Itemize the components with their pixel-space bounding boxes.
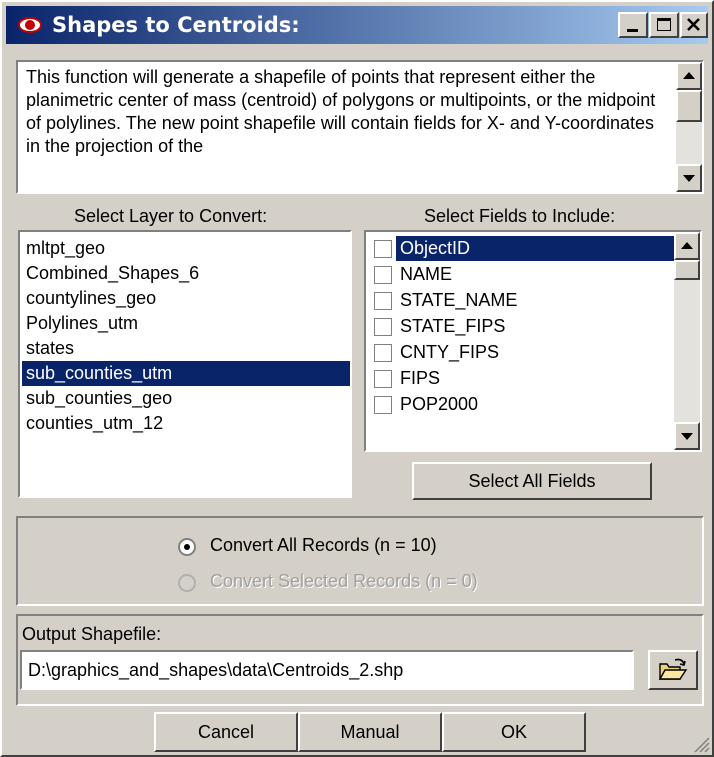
open-folder-icon bbox=[658, 658, 688, 680]
down-arrow-icon bbox=[683, 175, 695, 182]
scroll-thumb[interactable] bbox=[674, 260, 700, 280]
field-list-scrollbar[interactable] bbox=[674, 232, 700, 450]
records-group: Convert All Records (n = 10) Convert Sel… bbox=[16, 516, 704, 606]
field-checkbox[interactable] bbox=[374, 396, 392, 414]
output-group: Output Shapefile: D:\graphics_and_shapes… bbox=[16, 614, 704, 706]
field-list[interactable]: ObjectID NAME STATE_NAME STATE_FIPS CNTY_FIP… bbox=[364, 230, 702, 452]
convert-selected-label: Convert Selected Records (n = 0) bbox=[210, 571, 478, 591]
maximize-icon bbox=[657, 18, 671, 31]
field-checkbox[interactable] bbox=[374, 344, 392, 362]
up-arrow-icon bbox=[683, 72, 695, 79]
maximize-button[interactable] bbox=[649, 12, 679, 38]
ok-button[interactable]: OK bbox=[442, 712, 586, 752]
minimize-button[interactable] bbox=[618, 12, 648, 38]
manual-button[interactable]: Manual bbox=[298, 712, 442, 752]
layer-list-item[interactable]: sub_counties_utm bbox=[22, 361, 350, 386]
convert-all-radio[interactable] bbox=[178, 538, 196, 556]
field-list-item[interactable]: FIPS bbox=[396, 366, 674, 391]
close-button[interactable] bbox=[680, 12, 708, 38]
description-text: This function will generate a shapefile … bbox=[26, 67, 656, 156]
radio-dot-icon bbox=[184, 544, 190, 550]
convert-all-label: Convert All Records (n = 10) bbox=[210, 535, 437, 555]
layer-list-item[interactable]: states bbox=[22, 336, 350, 361]
field-list-item[interactable]: NAME bbox=[396, 262, 674, 287]
scroll-up-button[interactable] bbox=[674, 232, 700, 260]
description-box[interactable]: This function will generate a shapefile … bbox=[16, 60, 704, 194]
layer-list-label: Select Layer to Convert: bbox=[74, 206, 268, 226]
resize-grip-icon[interactable] bbox=[692, 735, 710, 753]
field-checkbox[interactable] bbox=[374, 370, 392, 388]
close-icon bbox=[687, 18, 700, 31]
title-bar[interactable]: Shapes to Centroids: bbox=[6, 6, 708, 44]
layer-list-item[interactable]: Polylines_utm bbox=[22, 311, 350, 336]
shapes-to-centroids-dialog: Shapes to Centroids: This function will … bbox=[0, 0, 714, 757]
field-list-label: Select Fields to Include: bbox=[424, 206, 616, 226]
scroll-thumb[interactable] bbox=[676, 90, 702, 122]
field-list-item[interactable]: ObjectID bbox=[396, 236, 674, 261]
field-list-item[interactable]: CNTY_FIPS bbox=[396, 340, 674, 365]
minimize-icon bbox=[627, 29, 638, 32]
layer-list-item[interactable]: mltpt_geo bbox=[22, 236, 350, 261]
field-checkbox[interactable] bbox=[374, 240, 392, 258]
cancel-button[interactable]: Cancel bbox=[154, 712, 298, 752]
field-checkbox[interactable] bbox=[374, 292, 392, 310]
scroll-down-button[interactable] bbox=[676, 164, 702, 192]
layer-list-item[interactable]: sub_counties_geo bbox=[22, 386, 350, 411]
field-list-item[interactable]: STATE_FIPS bbox=[396, 314, 674, 339]
layer-list[interactable]: mltpt_geo Combined_Shapes_6 countylines_ge… bbox=[18, 230, 352, 498]
layer-list-item[interactable]: counties_utm_12 bbox=[22, 411, 350, 436]
description-scrollbar[interactable] bbox=[676, 62, 702, 192]
browse-button[interactable] bbox=[648, 650, 698, 690]
down-arrow-icon bbox=[681, 433, 693, 440]
field-list-item[interactable]: STATE_NAME bbox=[396, 288, 674, 313]
field-checkbox[interactable] bbox=[374, 318, 392, 336]
eye-icon bbox=[18, 17, 42, 33]
window-title: Shapes to Centroids: bbox=[52, 13, 300, 37]
scroll-down-button[interactable] bbox=[674, 422, 700, 450]
field-checkbox[interactable] bbox=[374, 266, 392, 284]
scroll-up-button[interactable] bbox=[676, 62, 702, 90]
layer-list-item[interactable]: Combined_Shapes_6 bbox=[22, 261, 350, 286]
output-path-field[interactable]: D:\graphics_and_shapes\data\Centroids_2.… bbox=[20, 650, 634, 690]
field-list-item[interactable]: POP2000 bbox=[396, 392, 674, 417]
select-all-fields-button[interactable]: Select All Fields bbox=[412, 462, 652, 500]
output-path-value: D:\graphics_and_shapes\data\Centroids_2.… bbox=[28, 660, 404, 680]
up-arrow-icon bbox=[681, 242, 693, 249]
convert-selected-radio[interactable] bbox=[178, 574, 196, 592]
output-shapefile-label: Output Shapefile: bbox=[22, 624, 162, 644]
layer-list-item[interactable]: countylines_geo bbox=[22, 286, 350, 311]
